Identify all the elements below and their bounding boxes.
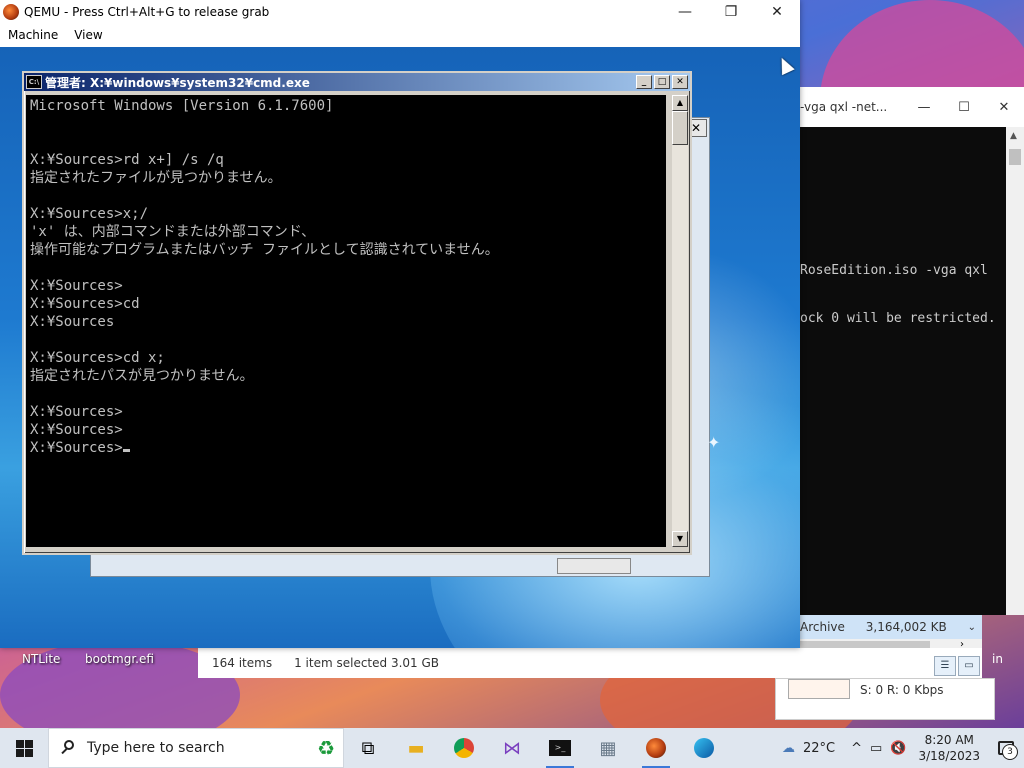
- photos-icon[interactable]: ▦: [584, 728, 632, 768]
- maximize-button[interactable]: □: [654, 75, 670, 89]
- recycle-icon: ♻: [317, 736, 335, 760]
- notification-button[interactable]: 3: [988, 728, 1024, 768]
- scroll-down-icon[interactable]: ▼: [672, 531, 688, 547]
- desktop-icon-ntlite[interactable]: NTLite: [22, 652, 60, 666]
- qemu-titlebar: QEMU - Press Ctrl+Alt+G to release grab …: [0, 0, 800, 24]
- chrome-icon[interactable]: [440, 728, 488, 768]
- explorer-archive-row[interactable]: Archive 3,164,002 KB ⌄: [800, 615, 982, 639]
- console-line: 操作可能なプログラムまたはバッチ ファイルとして認識されていません。: [30, 242, 499, 258]
- task-view-icon[interactable]: ⧉: [344, 728, 392, 768]
- console-scrollbar[interactable]: ▲ ▼: [672, 95, 688, 547]
- transfer-panel: S: 0 R: 0 Kbps: [775, 678, 995, 720]
- console-line: X:¥Sources>rd x+] /s /q: [30, 152, 224, 168]
- close-button[interactable]: ✕: [672, 75, 688, 89]
- cmd-window: C:\ 管理者: X:¥windows¥system32¥cmd.exe _ □…: [22, 71, 692, 555]
- cmd-title: 管理者: X:¥windows¥system32¥cmd.exe: [45, 75, 310, 90]
- transfer-rate: S: 0 R: 0 Kbps: [860, 683, 944, 697]
- minimize-icon[interactable]: —: [904, 100, 944, 115]
- cmd-titlebar: C:\ 管理者: X:¥windows¥system32¥cmd.exe _ □…: [24, 73, 690, 91]
- console-line: X:¥Sources>: [30, 278, 123, 294]
- transfer-graph: [788, 679, 850, 699]
- host-terminal-line: RoseEdition.iso -vga qxl: [800, 263, 988, 278]
- console-line: X:¥Sources>: [30, 439, 662, 457]
- explorer-statusbar: 164 items 1 item selected 3.01 GB: [198, 648, 982, 678]
- item-count: 164 items: [212, 656, 273, 670]
- weather-icon[interactable]: ☁: [778, 741, 799, 756]
- close-button[interactable]: ✕: [754, 0, 800, 24]
- chevron-down-icon[interactable]: ⌄: [968, 622, 976, 633]
- windows-logo-icon: [15, 739, 33, 757]
- console-line: Microsoft Windows [Version 6.1.7600]: [30, 98, 334, 114]
- text-cursor: [122, 449, 130, 452]
- guest-screen[interactable]: ✕ C:\ 管理者: X:¥windows¥system32¥cmd.exe _…: [0, 47, 800, 648]
- explorer-view-toggles: ☰ ▭: [934, 656, 980, 676]
- taskbar-search[interactable]: Type here to search ♻: [48, 728, 344, 768]
- qemu-menubar: Machine View: [0, 24, 800, 46]
- selection-info: 1 item selected 3.01 GB: [294, 656, 440, 670]
- visual-studio-icon[interactable]: ⋈: [488, 728, 536, 768]
- qemu-title: QEMU - Press Ctrl+Alt+G to release grab: [24, 5, 270, 19]
- file-explorer-icon[interactable]: ▬: [392, 728, 440, 768]
- qemu-icon[interactable]: [632, 728, 680, 768]
- host-terminal-title: -vga qxl -net...: [800, 100, 888, 114]
- menu-view[interactable]: View: [66, 28, 110, 42]
- search-placeholder: Type here to search: [87, 740, 225, 756]
- minimize-button[interactable]: —: [662, 0, 708, 24]
- guest-cursor-icon: ✦: [707, 433, 721, 452]
- console-line: X:¥Sources: [30, 314, 115, 330]
- scrollbar-thumb[interactable]: [1009, 149, 1021, 165]
- scroll-up-icon[interactable]: ▲: [1010, 131, 1017, 141]
- console-line: 'x' は、内部コマンドまたは外部コマンド、: [30, 224, 316, 240]
- scroll-up-icon[interactable]: ▲: [672, 95, 688, 111]
- partial-label: in: [992, 652, 1003, 666]
- clock-time: 8:20 AM: [924, 733, 974, 747]
- host-terminal-window: -vga qxl -net... — ☐ ✕ RoseEdition.iso -…: [800, 87, 1024, 615]
- qemu-logo-icon: [3, 4, 19, 20]
- clock-date: 3/18/2023: [918, 749, 980, 763]
- console-line: X:¥Sources>: [30, 422, 123, 438]
- host-terminal-line: ock 0 will be restricted.: [800, 311, 996, 326]
- console-line: X:¥Sources>: [30, 404, 123, 420]
- maximize-icon[interactable]: ☐: [944, 100, 984, 115]
- edge-icon[interactable]: [680, 728, 728, 768]
- chevron-up-icon[interactable]: ^: [847, 741, 866, 756]
- qemu-window: QEMU - Press Ctrl+Alt+G to release grab …: [0, 0, 800, 648]
- console-line: X:¥Sources>x;/: [30, 206, 149, 222]
- start-button[interactable]: [0, 728, 48, 768]
- minimize-button[interactable]: _: [636, 75, 652, 89]
- search-icon: [61, 740, 77, 756]
- archive-label: Archive: [800, 620, 845, 634]
- host-terminal-scrollbar[interactable]: ▲: [1006, 127, 1024, 615]
- close-icon[interactable]: ✕: [984, 100, 1024, 115]
- host-terminal-titlebar: -vga qxl -net... — ☐ ✕: [800, 87, 1024, 127]
- terminal-icon[interactable]: >_: [536, 728, 584, 768]
- clock[interactable]: 8:20 AM 3/18/2023: [910, 732, 988, 764]
- restore-button[interactable]: ❐: [708, 0, 754, 24]
- scrollbar-thumb[interactable]: [672, 111, 688, 145]
- dialog-button[interactable]: [557, 558, 631, 574]
- menu-machine[interactable]: Machine: [0, 28, 66, 42]
- taskbar: Type here to search ♻ ⧉ ▬ ⋈ >_ ▦ ☁ 22°C …: [0, 728, 1024, 768]
- desktop-icon-bootmgr[interactable]: bootmgr.efi: [85, 652, 154, 666]
- archive-size: 3,164,002 KB: [865, 620, 947, 634]
- network-icon[interactable]: ▭: [866, 741, 886, 756]
- console-line: X:¥Sources>cd x;: [30, 350, 165, 366]
- console-output[interactable]: Microsoft Windows [Version 6.1.7600] X:¥…: [26, 95, 666, 547]
- volume-icon[interactable]: 🔇: [886, 741, 910, 756]
- tiles-view-icon[interactable]: ▭: [958, 656, 980, 676]
- notification-count: 3: [1002, 744, 1018, 760]
- details-view-icon[interactable]: ☰: [934, 656, 956, 676]
- console-line: 指定されたファイルが見つかりません。: [30, 170, 282, 186]
- console-line: 指定されたパスが見つかりません。: [30, 368, 254, 384]
- console-line: X:¥Sources>cd: [30, 296, 140, 312]
- system-tray: ☁ 22°C ^ ▭ 🔇 8:20 AM 3/18/2023 3: [778, 728, 1024, 768]
- temperature[interactable]: 22°C: [799, 741, 839, 756]
- cmd-icon: C:\: [26, 75, 42, 89]
